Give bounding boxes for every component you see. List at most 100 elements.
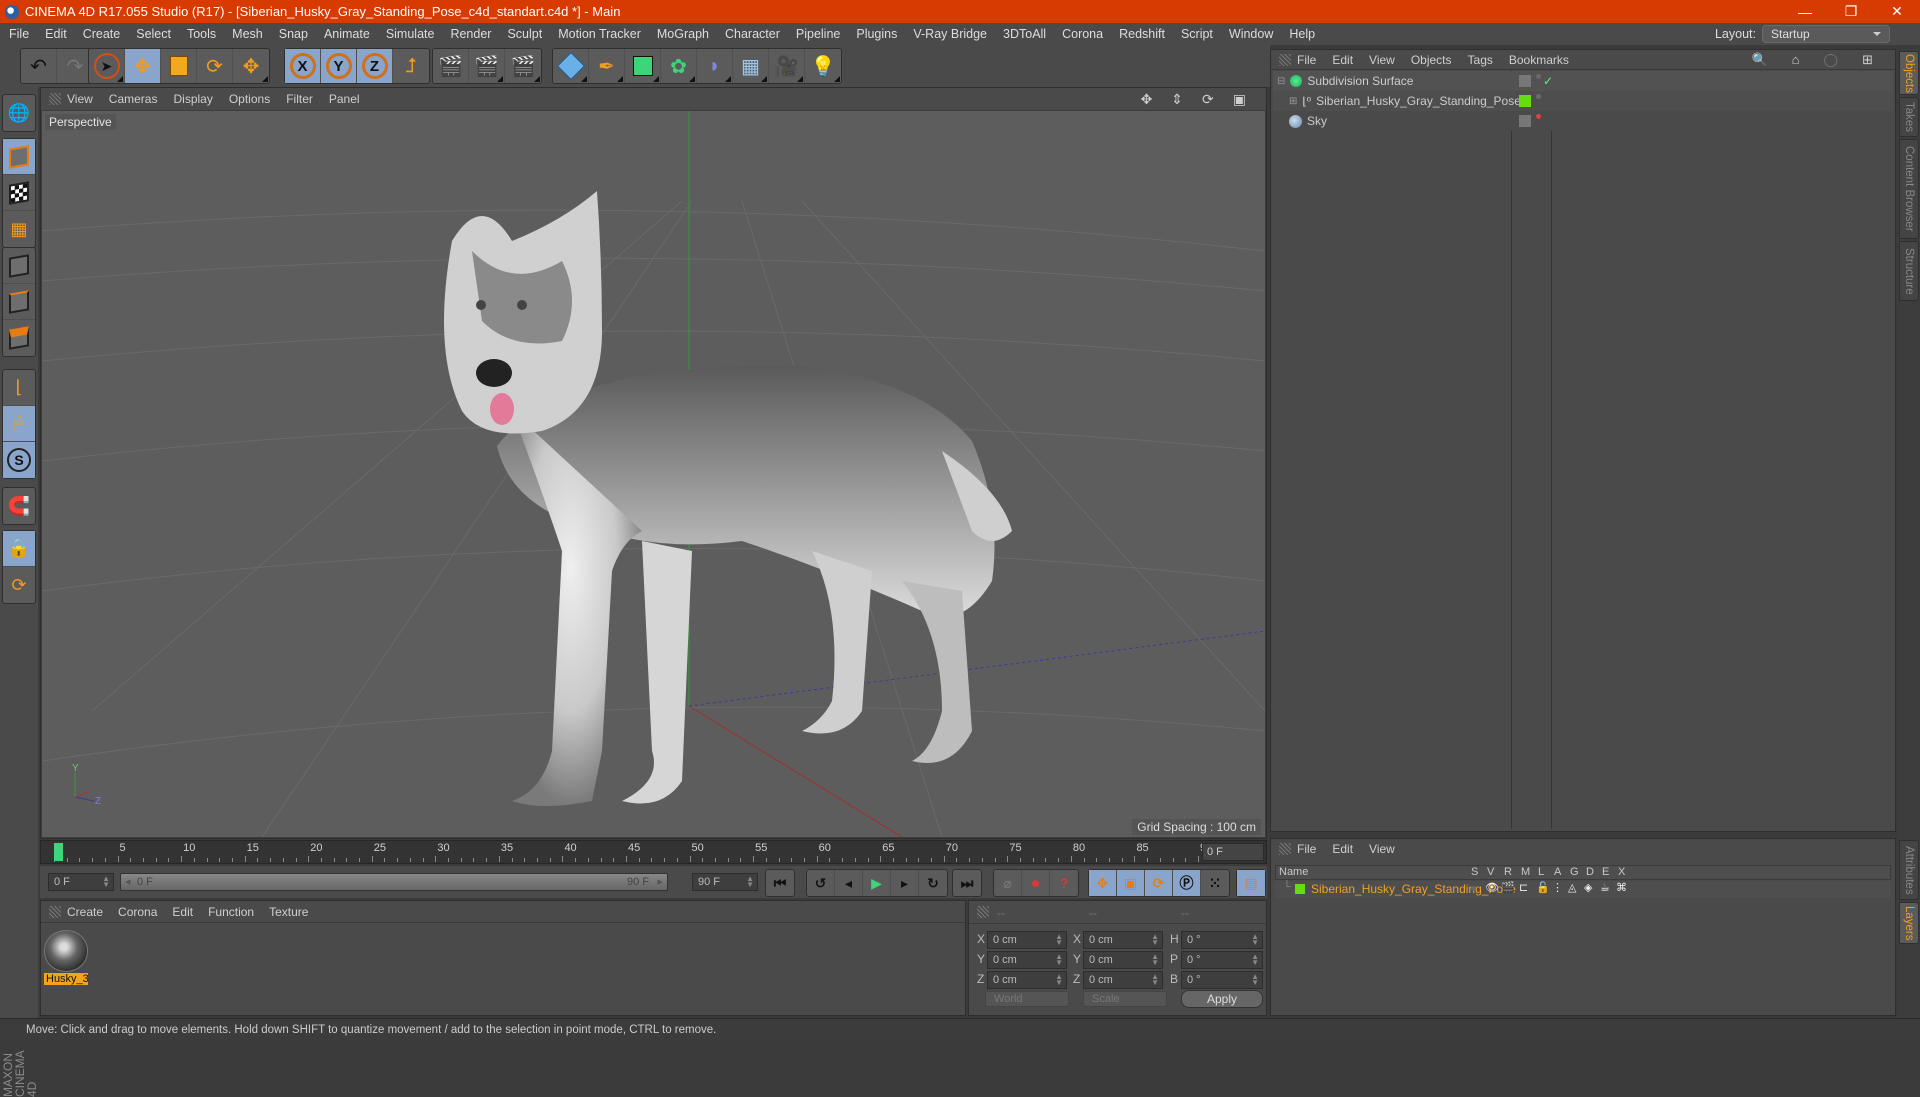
floor-scene-icon[interactable]: ▦ (733, 49, 769, 83)
col-name[interactable]: Name (1279, 866, 1308, 878)
panel-grip-icon[interactable] (1279, 843, 1291, 855)
menu-motion-tracker[interactable]: Motion Tracker (558, 27, 641, 41)
coordinate-system-icon[interactable]: ⮥ (393, 49, 429, 83)
menu-render[interactable]: Render (450, 27, 491, 41)
col-animation[interactable]: A (1554, 866, 1561, 878)
col-locked[interactable]: L (1538, 866, 1544, 878)
menu-sculpt[interactable]: Sculpt (507, 27, 542, 41)
layers-menu-file[interactable]: File (1297, 842, 1316, 856)
new-panel-icon[interactable]: ⊞ (1862, 52, 1873, 68)
enable-axis-icon[interactable]: ⌊ (3, 370, 35, 406)
layer-color-swatch[interactable] (1295, 884, 1305, 894)
objects-menu-tags[interactable]: Tags (1468, 53, 1493, 67)
rotation-h-field[interactable]: 0 ° ▲ ▼ (1181, 931, 1263, 949)
menu-vray-bridge[interactable]: V-Ray Bridge (913, 27, 987, 41)
workplane-mode-icon[interactable]: ▦ (3, 211, 35, 247)
spline-pen-icon[interactable]: ✒ (589, 49, 625, 83)
menu-file[interactable]: File (9, 27, 29, 41)
record-keys-disabled-icon[interactable]: ⌀ (994, 870, 1022, 896)
menu-pipeline[interactable]: Pipeline (796, 27, 840, 41)
tab-attributes[interactable]: Attributes (1899, 840, 1919, 900)
deformers-toggle-icon[interactable]: ◈ (1584, 881, 1592, 894)
panel-grip-icon[interactable] (1279, 54, 1291, 66)
keyframe-selection-icon[interactable]: ? (1050, 870, 1078, 896)
edges-mode-icon[interactable] (3, 284, 35, 320)
eye-icon[interactable]: ◯ (1824, 52, 1839, 68)
coordinate-space-dropdown[interactable]: World (985, 991, 1069, 1007)
z-axis-lock-button[interactable]: Z (357, 49, 393, 83)
size-x-field[interactable]: 0 cm ▲ ▼ (1083, 931, 1163, 949)
undo-icon[interactable]: ↶ (21, 49, 57, 83)
objects-menu-file[interactable]: File (1297, 53, 1316, 67)
menu-corona[interactable]: Corona (1062, 27, 1103, 41)
col-view[interactable]: V (1487, 866, 1494, 878)
tab-content-browser[interactable]: Content Browser (1899, 139, 1919, 239)
search-icon[interactable]: 🔍 (1751, 52, 1767, 68)
objects-menu-bookmarks[interactable]: Bookmarks (1509, 53, 1569, 67)
size-z-field[interactable]: 0 cm ▲ ▼ (1083, 971, 1163, 989)
menu-select[interactable]: Select (136, 27, 171, 41)
editor-visibility-icon[interactable] (1519, 75, 1531, 87)
layer-row[interactable]: └ Siberian_Husky_Gray_Standing_Pose 👁 🎬 … (1275, 881, 1891, 898)
tweak-mode-icon[interactable]: 🖱 (3, 406, 35, 442)
texture-mode-icon[interactable] (3, 175, 35, 211)
orbit-view-icon[interactable]: ⟳ (1202, 91, 1214, 108)
expressions-toggle-icon[interactable]: ☕ (1600, 881, 1610, 894)
scale-key-icon[interactable]: ▣ (1117, 870, 1145, 896)
parameter-key-icon[interactable]: Ⓟ (1173, 870, 1201, 896)
manager-toggle-icon[interactable]: ⊏ (1519, 881, 1528, 894)
play-forward-icon[interactable]: ▶ (863, 870, 891, 896)
model-mode-icon[interactable] (3, 139, 35, 175)
layers-menu-edit[interactable]: Edit (1332, 842, 1353, 856)
material-menu-function[interactable]: Function (208, 905, 254, 919)
position-y-field[interactable]: 0 cm ▲ ▼ (987, 951, 1067, 969)
menu-script[interactable]: Script (1181, 27, 1213, 41)
viewport-menu-options[interactable]: Options (229, 92, 270, 106)
locked-workplane-icon[interactable]: 🔒 (3, 531, 35, 567)
menu-mograph[interactable]: MoGraph (657, 27, 709, 41)
material-menu-edit[interactable]: Edit (172, 905, 193, 919)
menu-snap[interactable]: Snap (279, 27, 308, 41)
points-mode-icon[interactable] (3, 248, 35, 284)
tab-takes[interactable]: Takes (1899, 97, 1919, 137)
lock-toggle-icon[interactable]: 🔓 (1536, 881, 1550, 894)
objects-menu-objects[interactable]: Objects (1411, 53, 1452, 67)
enabled-check-icon[interactable]: ✓ (1543, 74, 1553, 88)
cube-primitive-icon[interactable] (553, 49, 589, 83)
subdivision-generator-icon[interactable] (625, 49, 661, 83)
rotation-b-field[interactable]: 0 ° ▲ ▼ (1181, 971, 1263, 989)
autokey-icon[interactable]: ⏺ (1022, 870, 1050, 896)
col-manager[interactable]: M (1521, 866, 1530, 878)
rotation-p-field[interactable]: 0 ° ▲ ▼ (1181, 951, 1263, 969)
menu-tools[interactable]: Tools (187, 27, 216, 41)
scale-tool-icon[interactable] (161, 49, 197, 83)
material-menu-create[interactable]: Create (67, 905, 103, 919)
viewport-menu-cameras[interactable]: Cameras (109, 92, 158, 106)
camera-icon[interactable]: 🎥 (769, 49, 805, 83)
menu-mesh[interactable]: Mesh (232, 27, 263, 41)
light-bulb-icon[interactable]: 💡 (805, 49, 841, 83)
menu-redshift[interactable]: Redshift (1119, 27, 1165, 41)
menu-character[interactable]: Character (725, 27, 780, 41)
expand-icon[interactable]: ⊞ (1289, 96, 1297, 107)
select-arrow-icon[interactable]: ➤ (89, 49, 125, 83)
layers-menu-view[interactable]: View (1369, 842, 1395, 856)
y-axis-lock-button[interactable]: Y (321, 49, 357, 83)
transform-tool-icon[interactable]: ✥ (233, 49, 269, 83)
xrefs-toggle-icon[interactable]: ⌘ (1616, 881, 1627, 894)
pan-view-icon[interactable]: ✥ (1141, 91, 1153, 108)
solo-mode-icon[interactable]: S (3, 442, 35, 478)
col-expressions[interactable]: E (1602, 866, 1609, 878)
animation-toggle-icon[interactable]: ⋮ (1552, 881, 1563, 894)
coordinate-mode-dropdown[interactable]: Scale (1083, 991, 1167, 1007)
col-deformers[interactable]: D (1586, 866, 1594, 878)
position-z-field[interactable]: 0 cm ▲ ▼ (987, 971, 1067, 989)
render-settings-icon[interactable]: 🎬 (505, 49, 541, 83)
view-toggle-icon[interactable]: 👁 (1485, 881, 1499, 894)
menu-create[interactable]: Create (83, 27, 121, 41)
close-button[interactable]: ✕ (1874, 0, 1920, 23)
deformer-bend-icon[interactable]: ◗ (697, 49, 733, 83)
object-name[interactable]: Subdivision Surface (1307, 74, 1413, 88)
snapping-magnet-icon[interactable]: 🧲 (3, 488, 35, 524)
layout-dropdown[interactable]: Startup (1762, 25, 1890, 43)
